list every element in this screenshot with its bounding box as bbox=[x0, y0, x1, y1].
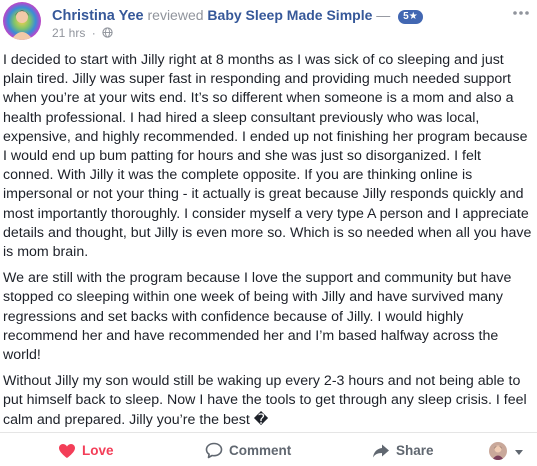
love-button[interactable]: Love bbox=[58, 441, 114, 461]
actions-divider bbox=[0, 432, 537, 433]
review-paragraph: Without Jilly my son would still be waki… bbox=[3, 373, 527, 428]
rating-badge: 5★ bbox=[398, 10, 423, 24]
title-dash: — bbox=[376, 7, 391, 23]
review-paragraph: I decided to start with Jilly right at 8… bbox=[3, 52, 532, 261]
share-arrow-icon bbox=[373, 444, 389, 458]
review-text: I decided to start with Jilly right at 8… bbox=[3, 51, 533, 437]
heart-icon bbox=[59, 444, 75, 458]
review-post: Christina Yee reviewed Baby Sleep Made S… bbox=[0, 0, 537, 466]
review-paragraph: We are still with the program because I … bbox=[3, 270, 512, 364]
page-name-link[interactable]: Baby Sleep Made Simple bbox=[207, 7, 372, 23]
user-avatar-icon bbox=[489, 442, 507, 460]
reviewed-text: reviewed bbox=[147, 7, 204, 23]
share-button[interactable]: Share bbox=[372, 441, 434, 461]
author-name[interactable]: Christina Yee bbox=[52, 8, 144, 24]
comment-button[interactable]: Comment bbox=[205, 441, 291, 461]
author-avatar[interactable] bbox=[3, 2, 41, 40]
timestamp[interactable]: 21 hrs bbox=[52, 26, 85, 40]
globe-icon bbox=[102, 27, 113, 38]
chevron-down-icon[interactable] bbox=[515, 450, 523, 455]
avatar-image-icon bbox=[3, 2, 41, 40]
share-label: Share bbox=[396, 443, 434, 458]
post-header: Christina Yee reviewed Baby Sleep Made S… bbox=[0, 0, 537, 48]
comment-icon bbox=[205, 442, 223, 459]
post-meta: 21 hrs · bbox=[52, 25, 113, 41]
action-bar: Love Comment Share bbox=[0, 434, 537, 466]
meta-dot: · bbox=[91, 26, 96, 40]
comment-label: Comment bbox=[229, 443, 292, 458]
reacting-as-avatar[interactable] bbox=[489, 442, 507, 460]
more-options-icon[interactable] bbox=[511, 6, 531, 20]
love-label: Love bbox=[82, 443, 114, 458]
header-title: Christina Yee reviewed Baby Sleep Made S… bbox=[52, 6, 423, 25]
